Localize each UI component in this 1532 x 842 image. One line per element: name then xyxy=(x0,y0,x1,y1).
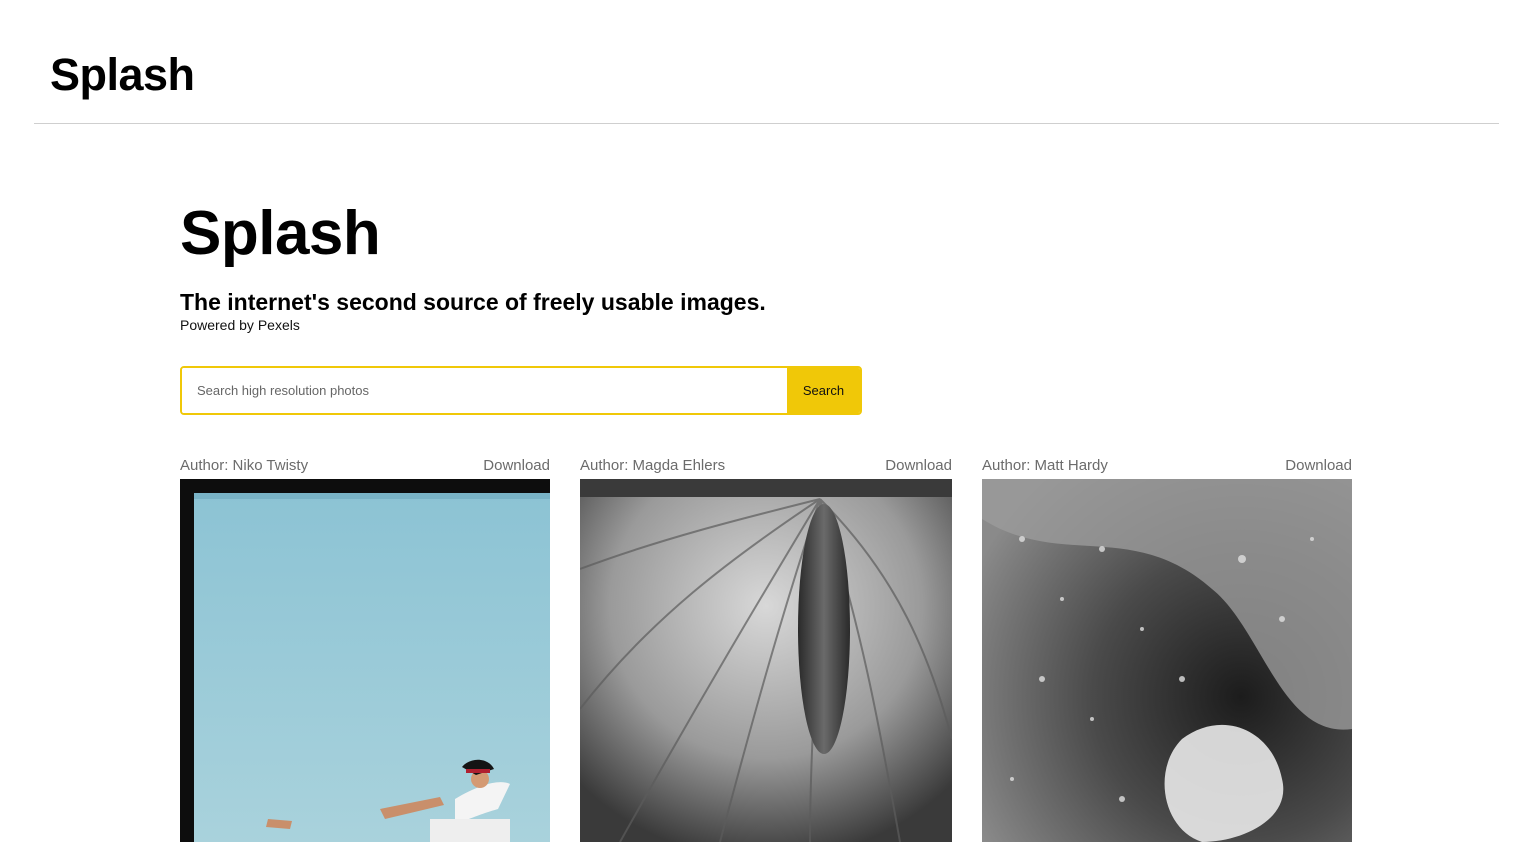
author-label: Author: Magda Ehlers xyxy=(580,457,726,474)
photo-card: Author: Niko Twisty Download xyxy=(180,452,550,842)
photo-image[interactable] xyxy=(580,479,952,842)
hero-tagline: The internet's second source of freely u… xyxy=(180,289,766,315)
search-input[interactable] xyxy=(182,368,787,413)
download-link[interactable]: Download xyxy=(885,457,952,474)
hero-title: Splash xyxy=(180,199,381,268)
download-link[interactable]: Download xyxy=(1285,457,1352,474)
navbar: Splash xyxy=(34,0,1499,124)
photo-card-meta: Author: Magda Ehlers Download xyxy=(580,452,952,479)
author-label: Author: Niko Twisty xyxy=(180,457,309,474)
photo-image[interactable] xyxy=(180,479,550,842)
photo-gallery: Author: Niko Twisty Download Author: Mag… xyxy=(180,452,1352,842)
photo-card: Author: Matt Hardy Download xyxy=(982,452,1352,842)
author-label: Author: Matt Hardy xyxy=(982,457,1108,474)
powered-by-text: Powered by Pexels xyxy=(180,317,300,333)
photo-image[interactable] xyxy=(982,479,1352,842)
search-button[interactable]: Search xyxy=(787,368,860,413)
brand-logo[interactable]: Splash xyxy=(50,52,195,97)
download-link[interactable]: Download xyxy=(483,457,550,474)
search-form: Search xyxy=(180,366,862,415)
photo-card: Author: Magda Ehlers Download xyxy=(580,452,952,842)
photo-card-meta: Author: Niko Twisty Download xyxy=(180,452,550,479)
photo-card-meta: Author: Matt Hardy Download xyxy=(982,452,1352,479)
